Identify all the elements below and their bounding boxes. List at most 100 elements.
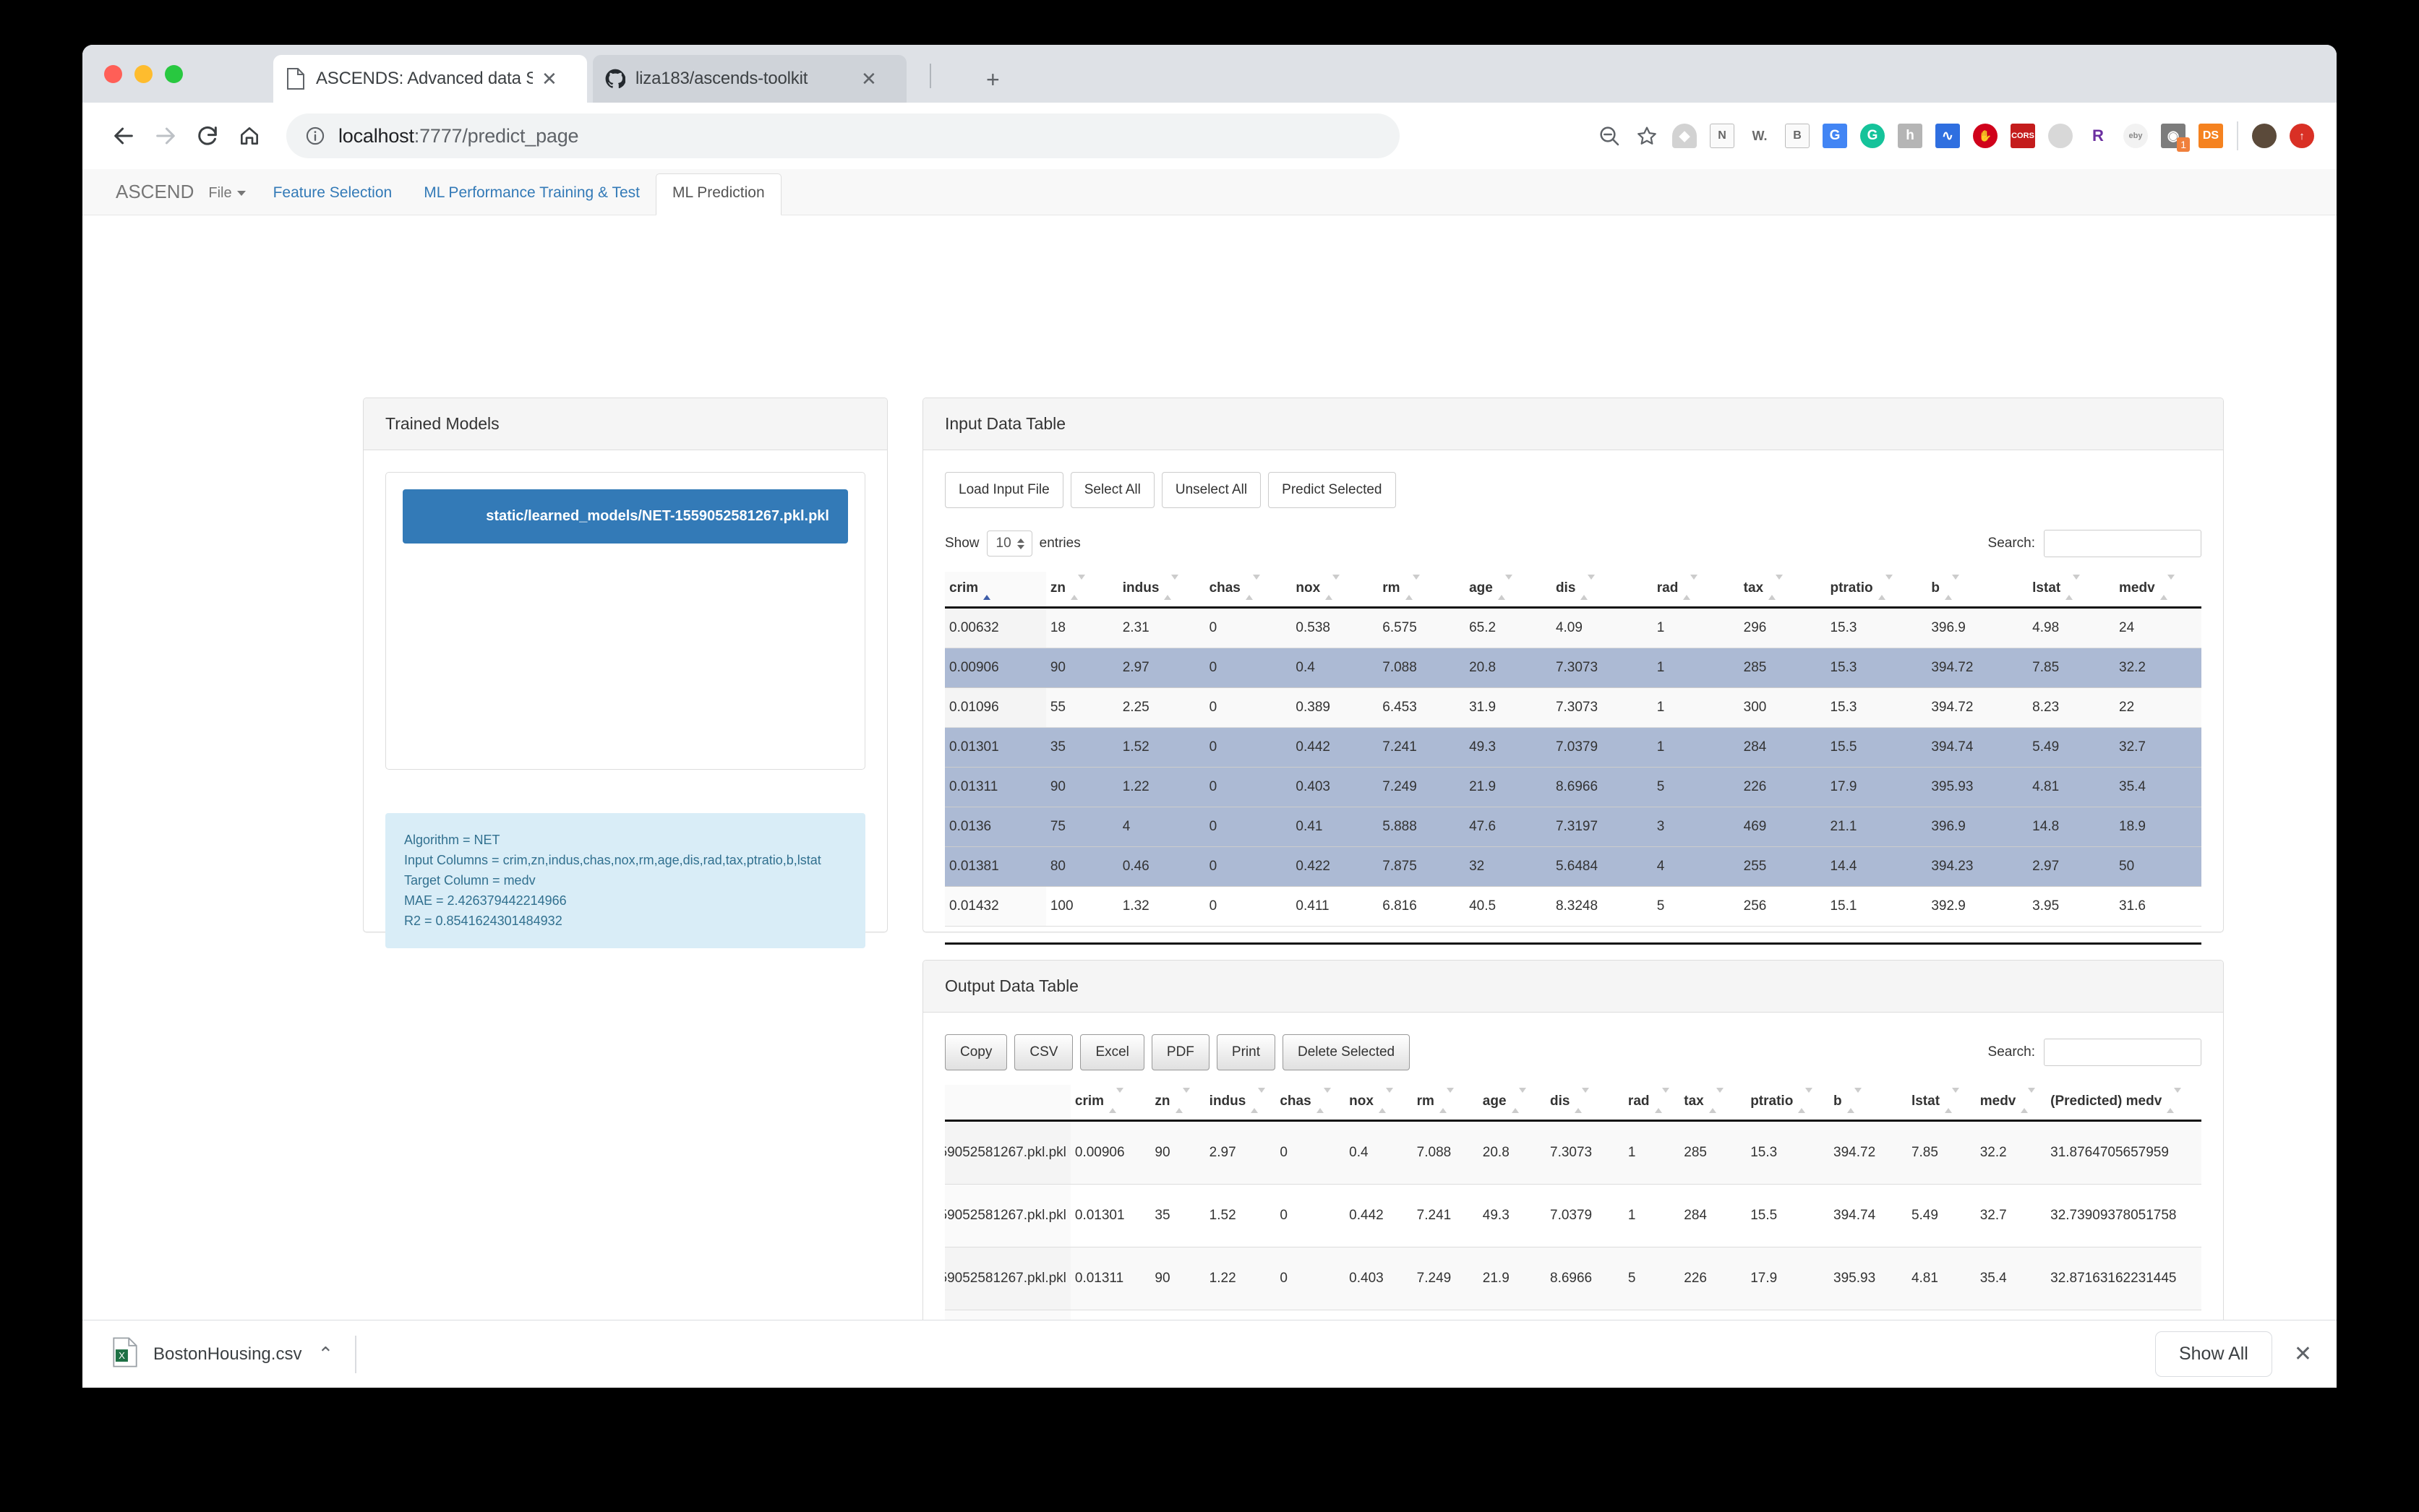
entries-per-page-select[interactable]: 10 — [986, 531, 1032, 557]
extension-wikipedia-icon[interactable]: W. — [1741, 117, 1778, 155]
input-table-row[interactable]: 0.01096 55 2.25 0 0.389 6.453 31.9 7.3073 1 300 15… — [945, 687, 2201, 729]
input-cell-lstat: 14.8 — [2028, 807, 2115, 848]
csv-button[interactable]: CSV — [1014, 1034, 1074, 1070]
file-menu[interactable]: File — [208, 185, 257, 215]
pdf-button[interactable]: PDF — [1151, 1034, 1210, 1070]
input-table-row[interactable]: 0.00906 90 2.97 0 0.4 7.088 20.8 7.3073 1 285 15.3… — [945, 648, 2201, 689]
output-column-header-age[interactable]: age — [1478, 1085, 1546, 1122]
extension-diamond-icon[interactable]: ◆ — [1666, 117, 1703, 155]
input-column-header-tax[interactable]: tax — [1739, 572, 1826, 609]
output-column-header-crim[interactable]: crim — [1070, 1085, 1151, 1122]
model-list-item[interactable]: static/learned_models/NET-1559052581267.… — [403, 489, 848, 544]
output-column-header-zn[interactable]: zn — [1150, 1085, 1205, 1122]
output-column-header-model[interactable] — [945, 1085, 1071, 1122]
extension-camera-icon[interactable]: ◉ 1 — [2154, 117, 2192, 155]
input-table-row[interactable]: 0.01381 80 0.46 0 0.422 7.875 32 5.6484 4 255 14.4… — [945, 846, 2201, 888]
select-all-button[interactable]: Select All — [1070, 472, 1155, 508]
input-column-header-chas[interactable]: chas — [1204, 572, 1292, 609]
print-button[interactable]: Print — [1216, 1034, 1275, 1070]
input-table-row[interactable]: 0.01311 90 1.22 0 0.403 7.249 21.9 8.6966 5 226 17… — [945, 767, 2201, 808]
output-column-header-lstat[interactable]: lstat — [1906, 1085, 1976, 1122]
new-tab-button[interactable]: + — [986, 68, 1000, 91]
chevron-up-icon[interactable]: ⌃ — [317, 1343, 333, 1365]
input-column-header-age[interactable]: age — [1465, 572, 1551, 609]
extension-ebay-icon[interactable]: eby — [2117, 117, 2154, 155]
copy-button[interactable]: Copy — [945, 1034, 1008, 1070]
extension-researchgate-icon[interactable]: R — [2079, 117, 2117, 155]
output-column-header-tax[interactable]: tax — [1679, 1085, 1747, 1122]
extension-cors-icon[interactable]: CORS — [2004, 117, 2042, 155]
extension-gray-circle-icon[interactable] — [2042, 117, 2079, 155]
extension-chart-icon[interactable]: ∿ — [1929, 117, 1966, 155]
input-table-row[interactable]: 0.01432 100 1.32 0 0.411 6.816 40.5 8.3248 5 256 1… — [945, 886, 2201, 927]
input-column-header-ptratio[interactable]: ptratio — [1825, 572, 1927, 609]
app-brand[interactable]: ASCEND — [104, 181, 208, 215]
close-window-button[interactable] — [104, 65, 122, 83]
output-table-row[interactable]: static/learned_models/NET-1559052581267.… — [945, 1247, 2201, 1311]
input-column-header-nox[interactable]: nox — [1291, 572, 1379, 609]
input-column-header-medv[interactable]: medv — [2115, 572, 2201, 609]
output-column-header-nox[interactable]: nox — [1345, 1085, 1413, 1122]
output-column-header-Predictedmedv[interactable]: (Predicted) medv — [2046, 1085, 2201, 1122]
sort-arrows-icon — [2021, 1088, 2036, 1113]
browser-tab-ascends[interactable]: ASCENDS: Advanced data SCiE ✕ — [273, 55, 587, 103]
zoom-out-icon[interactable] — [1590, 117, 1628, 155]
input-column-header-b[interactable]: b — [1927, 572, 2029, 609]
input-column-header-rm[interactable]: rm — [1378, 572, 1465, 609]
home-icon[interactable] — [228, 115, 270, 157]
output-column-header-indus[interactable]: indus — [1204, 1085, 1276, 1122]
back-icon[interactable] — [103, 115, 145, 157]
tab-feature-selection[interactable]: Feature Selection — [257, 184, 408, 215]
output-column-header-chas[interactable]: chas — [1275, 1085, 1345, 1122]
input-column-header-lstat[interactable]: lstat — [2028, 572, 2115, 609]
extension-ds-icon[interactable]: DS — [2192, 117, 2230, 155]
extension-notebook-icon[interactable]: N — [1703, 117, 1741, 155]
output-column-header-rm[interactable]: rm — [1412, 1085, 1478, 1122]
output-column-header-b[interactable]: b — [1829, 1085, 1907, 1122]
input-column-header-indus[interactable]: indus — [1118, 572, 1205, 609]
download-item[interactable]: X BostonHousing.csv ⌃ — [100, 1320, 355, 1388]
tab-ml-performance[interactable]: ML Performance Training & Test — [408, 184, 656, 215]
output-column-header-medv[interactable]: medv — [1975, 1085, 2047, 1122]
search-input[interactable] — [2044, 530, 2201, 557]
output-column-header-ptratio[interactable]: ptratio — [1746, 1085, 1830, 1122]
model-listbox[interactable]: static/learned_models/NET-1559052581267.… — [385, 472, 865, 770]
reload-icon[interactable] — [187, 115, 228, 157]
search-input[interactable] — [2044, 1039, 2201, 1066]
close-tab-icon[interactable]: ✕ — [541, 69, 557, 88]
excel-button[interactable]: Excel — [1080, 1034, 1144, 1070]
close-tab-icon[interactable]: ✕ — [861, 69, 877, 88]
url-bar[interactable]: localhost:7777/predict_page — [286, 113, 1400, 158]
output-column-header-rad[interactable]: rad — [1623, 1085, 1680, 1122]
input-column-header-crim[interactable]: crim — [945, 572, 1046, 609]
site-info-icon[interactable] — [305, 126, 325, 146]
forward-icon[interactable] — [145, 115, 187, 157]
update-menu-icon[interactable]: ↑ — [2283, 117, 2321, 155]
show-all-downloads-button[interactable]: Show All — [2154, 1331, 2272, 1377]
output-table-row[interactable]: static/learned_models/NET-1559052581267.… — [945, 1184, 2201, 1248]
input-table-row[interactable]: 0.0136 75 4 0 0.41 5.888 47.6 7.3197 3 469 21.1 396… — [945, 807, 2201, 848]
extension-honey-icon[interactable]: h — [1891, 117, 1929, 155]
load-input-file-button[interactable]: Load Input File — [945, 472, 1063, 508]
avatar-icon[interactable] — [2245, 117, 2283, 155]
unselect-all-button[interactable]: Unselect All — [1161, 472, 1262, 508]
input-column-header-dis[interactable]: dis — [1551, 572, 1653, 609]
minimize-window-button[interactable] — [134, 65, 153, 83]
extension-adblock-icon[interactable]: ✋ — [1966, 117, 2004, 155]
extension-google-translate-icon[interactable]: G — [1816, 117, 1854, 155]
browser-tab-github[interactable]: liza183/ascends-toolkit ✕ — [593, 55, 907, 103]
maximize-window-button[interactable] — [165, 65, 183, 83]
extension-bibtex-icon[interactable]: B — [1778, 117, 1816, 155]
delete-selected-button[interactable]: Delete Selected — [1282, 1034, 1410, 1070]
bookmark-star-icon[interactable] — [1628, 117, 1666, 155]
output-table-row[interactable]: static/learned_models/NET-1559052581267.… — [945, 1120, 2201, 1185]
extension-grammarly-icon[interactable]: G — [1854, 117, 1891, 155]
input-table-row[interactable]: 0.00632 18 2.31 0 0.538 6.575 65.2 4.09 1 296 15.3… — [945, 607, 2201, 649]
tab-ml-prediction[interactable]: ML Prediction — [656, 173, 782, 215]
input-column-header-rad[interactable]: rad — [1652, 572, 1739, 609]
input-table-row[interactable]: 0.01301 35 1.52 0 0.442 7.241 49.3 7.0379 1 284 15… — [945, 727, 2201, 768]
close-icon[interactable]: ✕ — [2294, 1341, 2312, 1367]
input-column-header-zn[interactable]: zn — [1045, 572, 1118, 609]
output-column-header-dis[interactable]: dis — [1546, 1085, 1624, 1122]
predict-selected-button[interactable]: Predict Selected — [1268, 472, 1396, 508]
